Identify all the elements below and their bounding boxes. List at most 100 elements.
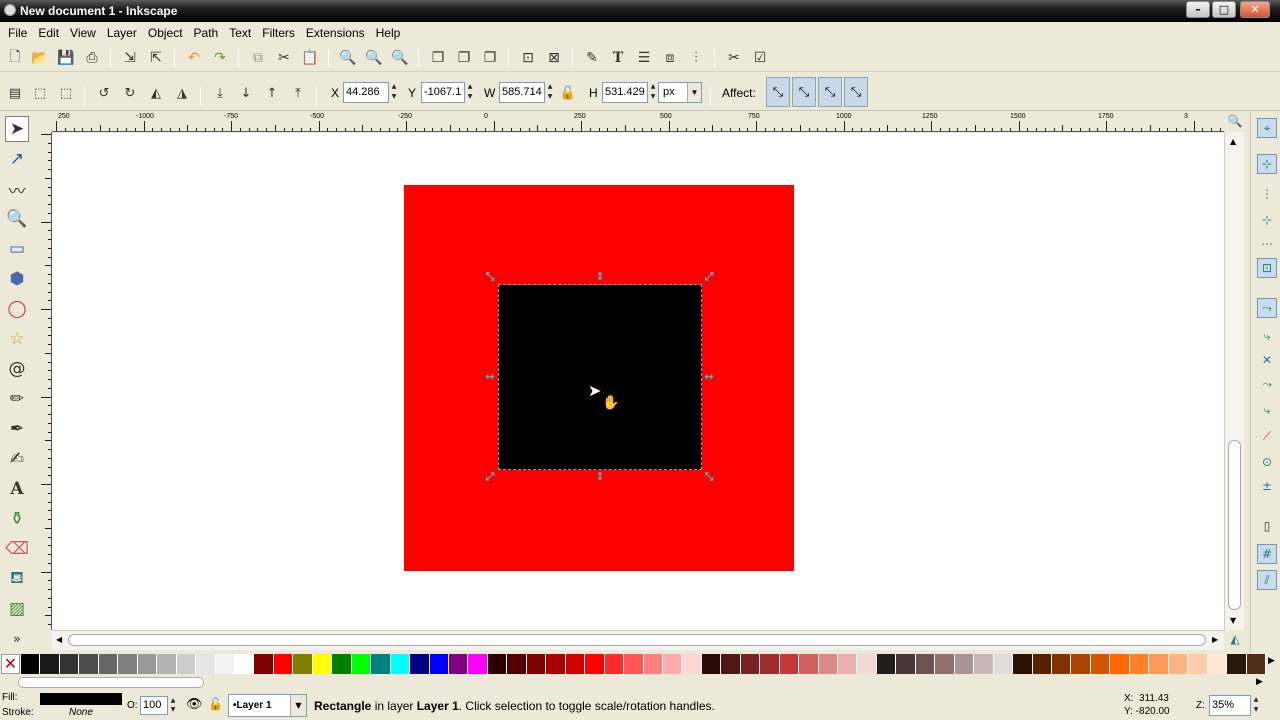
folder-open-icon[interactable]: 📂 <box>30 48 50 68</box>
color-swatch[interactable] <box>565 654 586 674</box>
menu-edit[interactable]: Edit <box>34 26 66 40</box>
color-swatch[interactable] <box>98 654 119 674</box>
fill-stroke-icon[interactable]: ✎ <box>582 48 602 68</box>
color-swatch[interactable] <box>196 654 216 674</box>
color-swatch[interactable] <box>40 654 60 674</box>
color-swatch[interactable] <box>682 654 702 674</box>
save-icon[interactable]: 💾 <box>56 48 76 68</box>
color-swatch[interactable] <box>312 654 333 674</box>
palette-scrollbar[interactable]: ▶ <box>0 675 1280 691</box>
color-swatch[interactable] <box>915 654 936 674</box>
color-swatch[interactable] <box>429 654 449 674</box>
snap-bbox-center-icon[interactable]: ⊡ <box>1257 258 1277 278</box>
color-swatch[interactable] <box>546 654 566 674</box>
text-font-icon[interactable]: T <box>608 48 628 68</box>
snap-grid-icon[interactable]: # <box>1257 544 1277 564</box>
rectangle-tool-icon[interactable]: ▭ <box>5 236 29 262</box>
color-swatch[interactable] <box>643 654 663 674</box>
rotate-ccw-icon[interactable]: ↺ <box>94 83 114 103</box>
export-icon[interactable]: ⇱ <box>146 48 166 68</box>
lock-icon[interactable]: 🔓 <box>208 697 223 711</box>
color-swatch[interactable] <box>526 654 547 674</box>
cut-icon[interactable]: ✂ <box>274 48 294 68</box>
color-managed-view-icon[interactable]: ◭ <box>1226 632 1244 650</box>
color-swatch[interactable] <box>604 654 625 674</box>
document-properties-icon[interactable]: ☑ <box>750 48 770 68</box>
snap-guide-icon[interactable]: ⫽ <box>1257 570 1277 590</box>
layers-icon[interactable]: ☰ <box>634 48 654 68</box>
scale-handle-right[interactable]: ↔ <box>703 371 715 383</box>
color-swatch[interactable] <box>779 654 800 674</box>
color-swatch[interactable] <box>351 654 372 674</box>
color-swatch[interactable] <box>1246 654 1266 674</box>
more-tools-icon[interactable]: » <box>5 626 29 652</box>
color-swatch[interactable] <box>293 654 313 674</box>
zoom-page-icon[interactable]: 🔍 <box>390 48 410 68</box>
width-spin-arrows[interactable]: ▲ ▼ <box>545 82 555 103</box>
color-swatch[interactable] <box>468 654 488 674</box>
eraser-tool-icon[interactable]: ⌫ <box>5 536 29 562</box>
pencil-tool-icon[interactable]: ✏ <box>5 386 29 412</box>
color-swatch[interactable] <box>176 654 197 674</box>
rotate-cw-icon[interactable]: ↻ <box>120 83 140 103</box>
palette-scroll-thumb[interactable] <box>18 677 204 688</box>
x-input[interactable]: 44.286 <box>343 82 389 103</box>
spiral-tool-icon[interactable]: @ <box>5 356 29 382</box>
height-input[interactable]: 531.429 <box>602 82 648 103</box>
scale-handle-top[interactable]: ↕ <box>594 271 606 283</box>
scale-stroke-toggle[interactable]: ⤡ <box>766 77 790 107</box>
snap-bbox-icon[interactable]: ⊹ <box>1257 154 1277 174</box>
color-swatch[interactable] <box>993 654 1014 674</box>
vertical-scrollbar[interactable]: ▲ ▼ <box>1224 132 1244 630</box>
paste-icon[interactable]: 📋 <box>300 48 320 68</box>
drawing-canvas[interactable]: ⤡ ↕ ⤢ ↔ ↔ ⤢ ↕ ⤡ ➤ ✋ <box>52 133 1224 630</box>
copy-icon[interactable]: ⧉ <box>248 48 268 68</box>
text-tool-icon[interactable]: A <box>5 476 29 502</box>
width-input[interactable]: 585.714 <box>499 82 545 103</box>
calligraphy-tool-icon[interactable]: ✍ <box>5 446 29 472</box>
align-distribute-icon[interactable]: ⫶ <box>686 48 706 68</box>
ellipse-tool-icon[interactable]: ◯ <box>5 296 29 322</box>
scale-handle-left[interactable]: ↔ <box>484 371 496 383</box>
3d-box-tool-icon[interactable]: ⬢ <box>5 266 29 292</box>
pen-tool-icon[interactable]: ✒ <box>5 416 29 442</box>
zoom-spin-arrows[interactable]: ▲ ▼ <box>1251 695 1261 716</box>
close-button[interactable]: ✕ <box>1240 1 1270 18</box>
snap-bbox-edge-icon[interactable]: ⋮ <box>1257 184 1277 204</box>
duplicate-icon[interactable]: ❐ <box>428 48 448 68</box>
select-all-layers-icon[interactable]: ⬚ <box>30 83 50 103</box>
color-swatch[interactable] <box>215 654 235 674</box>
color-swatch[interactable] <box>1207 654 1228 674</box>
snap-nodes-icon[interactable]: ⤳ <box>1257 298 1277 318</box>
minimize-button[interactable]: – <box>1186 1 1210 18</box>
menu-text[interactable]: Text <box>225 26 258 40</box>
menu-file[interactable]: File <box>4 26 34 40</box>
zoom-corner-icon[interactable]: 🔍 <box>1226 114 1244 132</box>
color-swatch[interactable] <box>1168 654 1189 674</box>
opacity-spin-arrows[interactable]: ▲ ▼ <box>168 696 178 715</box>
unlink-clone-icon[interactable]: ❐ <box>480 48 500 68</box>
snap-rotation-center-icon[interactable]: ± <box>1257 476 1277 496</box>
menu-view[interactable]: View <box>66 26 103 40</box>
color-swatch[interactable] <box>857 654 877 674</box>
raise-to-top-icon[interactable]: ⤒ <box>288 83 308 103</box>
move-patterns-toggle[interactable]: ⤡ <box>844 77 868 107</box>
color-swatch[interactable] <box>1188 654 1208 674</box>
color-swatch[interactable] <box>1129 654 1150 674</box>
flip-horizontal-icon[interactable]: ◭ <box>146 83 166 103</box>
ungroup-icon[interactable]: ⊠ <box>544 48 564 68</box>
color-swatch[interactable] <box>721 654 741 674</box>
palette-scroll-right-icon[interactable]: ▶ <box>1256 677 1263 687</box>
flip-vertical-icon[interactable]: ◮ <box>172 83 192 103</box>
document-new-icon[interactable]: 🗋 <box>5 48 25 68</box>
preferences-icon[interactable]: ✂ <box>724 48 744 68</box>
scroll-down-icon[interactable]: ▼ <box>1230 616 1236 625</box>
undo-icon[interactable]: ↶ <box>184 48 204 68</box>
layer-select[interactable]: •Layer 1 ▼ <box>228 694 307 717</box>
height-spin-arrows[interactable]: ▲ ▼ <box>648 82 658 103</box>
snap-page-border-icon[interactable]: ▯ <box>1257 516 1277 536</box>
color-swatch[interactable] <box>624 654 644 674</box>
color-swatch[interactable] <box>79 654 99 674</box>
color-swatch[interactable] <box>1013 654 1033 674</box>
select-all-icon[interactable]: ▤ <box>5 83 25 103</box>
